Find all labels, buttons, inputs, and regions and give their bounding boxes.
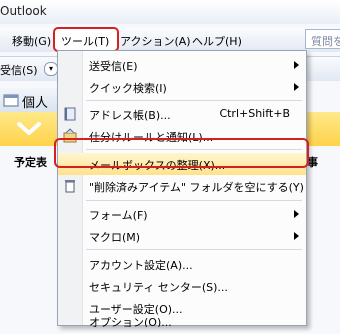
menu-item-quick-search[interactable]: クイック検索(I): [58, 76, 306, 98]
menu-item-label: 送受信(E): [89, 60, 138, 73]
submenu-arrow-icon: [294, 210, 299, 218]
menu-item-macro[interactable]: マクロ(M): [58, 225, 306, 247]
column-schedule: 予定表: [14, 156, 47, 169]
calendar-icon: [3, 94, 19, 107]
menu-item-options[interactable]: オプション(O)...: [58, 313, 306, 327]
tools-menu-dropdown: 送受信(E) クイック検索(I) アドレス帳(B)... Ctrl+Shift+…: [57, 50, 307, 327]
menu-item-shortcut: Ctrl+Shift+B: [219, 107, 290, 120]
menu-item-send-receive[interactable]: 送受信(E): [58, 54, 306, 76]
help-search-placeholder: 質問を: [311, 35, 340, 48]
submenu-arrow-icon: [294, 83, 299, 91]
title-bar: Outlook: [0, 0, 340, 24]
send-receive-button[interactable]: 受信(S): [0, 62, 38, 78]
window-title: Outlook: [0, 4, 47, 18]
menu-separator: [86, 200, 302, 201]
submenu-arrow-icon: [294, 61, 299, 69]
menu-item-empty-deleted[interactable]: "削除済みアイテム" フォルダを空にする(Y): [58, 175, 306, 197]
menu-help[interactable]: ヘルプ(H): [192, 33, 242, 49]
nav-header: 個人用: [0, 88, 60, 130]
menu-item-label: フォーム(F): [89, 209, 148, 222]
menu-item-label: アドレス帳(B)...: [89, 109, 171, 122]
menu-item-account-settings[interactable]: アカウント設定(A)...: [58, 253, 306, 275]
menu-item-address-book[interactable]: アドレス帳(B)... Ctrl+Shift+B: [58, 103, 306, 125]
menu-item-label: クイック検索(I): [89, 82, 167, 95]
menu-item-label: オプション(O)...: [89, 316, 172, 327]
menu-tools[interactable]: ツール(T): [53, 27, 119, 52]
dropdown-arrow-icon[interactable]: ▾: [44, 62, 58, 76]
submenu-arrow-icon: [294, 232, 299, 240]
menu-move[interactable]: 移動(G): [12, 33, 51, 49]
menu-separator: [86, 249, 302, 250]
menu-separator: [86, 100, 302, 101]
chevron-down-icon[interactable]: [16, 118, 42, 140]
menu-tools-label: ツール(T): [61, 35, 110, 48]
menu-actions[interactable]: アクション(A): [120, 33, 191, 49]
menu-item-label: "削除済みアイテム" フォルダを空にする(Y): [89, 181, 304, 194]
help-search-input[interactable]: 質問を: [305, 29, 340, 49]
menu-bar: 移動(G) アクション(A) ヘルプ(H): [0, 28, 340, 52]
menu-item-label: セキュリティ センター(S)...: [89, 281, 228, 294]
empty-trash-icon: [65, 180, 75, 193]
menu-item-label: アカウント設定(A)...: [89, 259, 193, 272]
menu-item-forms[interactable]: フォーム(F): [58, 203, 306, 225]
menu-item-label: マクロ(M): [89, 231, 141, 244]
menu-item-trust-center[interactable]: セキュリティ センター(S)...: [58, 275, 306, 297]
highlight-ring: [54, 138, 309, 168]
address-book-icon: [64, 107, 76, 121]
